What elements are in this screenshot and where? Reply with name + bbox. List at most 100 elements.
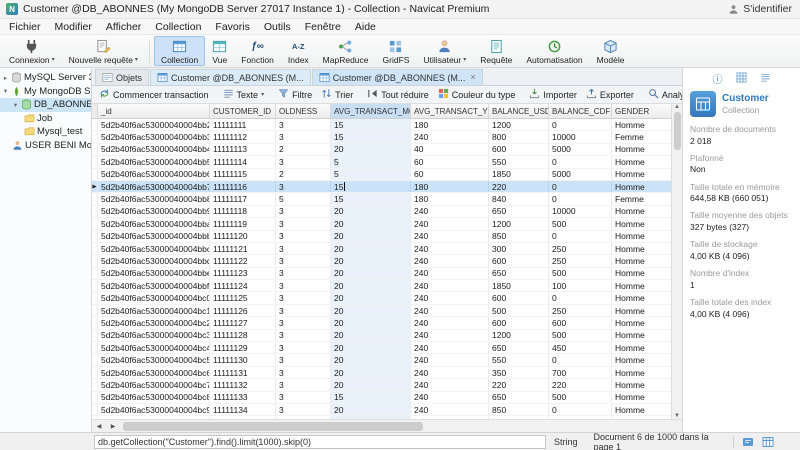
cell-balance_usd[interactable]: 840 — [489, 193, 549, 204]
tab-customer-1[interactable]: Customer @DB_ABONNES (M... — [150, 69, 311, 85]
cell-customer_id[interactable]: 11111129 — [210, 342, 276, 353]
tree-item-mysql-server[interactable]: ▸ MySQL Server 3309 — [0, 71, 91, 85]
cell-avg_transact_year[interactable]: 180 — [411, 193, 489, 204]
scroll-left-icon[interactable]: ◀ — [92, 423, 106, 430]
cell-_id[interactable]: 5d2b40f6ac53000040004bc5 — [98, 354, 210, 365]
info-icon[interactable]: ⓘ — [713, 71, 723, 86]
cell-_id[interactable]: 5d2b40f6ac53000040004bc0 — [98, 292, 210, 303]
cell-oldness[interactable]: 3 — [276, 255, 331, 266]
analyser-button[interactable]: Analyser — [644, 87, 682, 102]
cell-oldness[interactable]: 3 — [276, 354, 331, 365]
tree-item-db-abonnes[interactable]: ▾ DB_ABONNES — [0, 98, 91, 112]
gridfs-button[interactable]: GridFS — [376, 36, 417, 66]
cell-balance_usd[interactable]: 220 — [489, 379, 549, 390]
notes-panel-icon[interactable] — [742, 436, 754, 448]
cell-avg_transact_month[interactable]: 15 — [331, 131, 411, 142]
cell-_id[interactable]: 5d2b40f6ac53000040004bc9 — [98, 404, 210, 415]
cell-avg_transact_year[interactable]: 240 — [411, 404, 489, 415]
cell-_id[interactable]: 5d2b40f6ac53000040004bc3 — [98, 330, 210, 341]
table-row[interactable]: 5d2b40f6ac53000040004bc71111113232024022… — [92, 379, 671, 391]
cell-balance_cdf[interactable]: 0 — [549, 404, 612, 415]
table-row[interactable]: 5d2b40f6ac53000040004bba1111111932024012… — [92, 218, 671, 230]
cell-oldness[interactable]: 5 — [276, 193, 331, 204]
column-header-customer_id[interactable]: CUSTOMER_ID — [210, 104, 276, 118]
cell-balance_cdf[interactable]: 0 — [549, 156, 612, 167]
cell-gender[interactable]: Homme — [612, 156, 671, 167]
cell-avg_transact_year[interactable]: 240 — [411, 330, 489, 341]
cell-gender[interactable]: Homme — [612, 181, 671, 192]
expander-collapsed-icon[interactable]: ▸ — [2, 74, 9, 82]
cell-balance_cdf[interactable]: 0 — [549, 181, 612, 192]
cell-oldness[interactable]: 3 — [276, 218, 331, 229]
cell-gender[interactable]: Homme — [612, 317, 671, 328]
cell-customer_id[interactable]: 11111128 — [210, 330, 276, 341]
cell-customer_id[interactable]: 11111115 — [210, 169, 276, 180]
expander-expanded-icon[interactable]: ▾ — [2, 87, 9, 95]
cell-balance_cdf[interactable]: 10000 — [549, 131, 612, 142]
menu-outils[interactable]: Outils — [257, 19, 298, 34]
cell-balance_cdf[interactable]: 0 — [549, 119, 612, 130]
menu-favoris[interactable]: Favoris — [208, 19, 256, 34]
cell-avg_transact_month[interactable]: 20 — [331, 330, 411, 341]
scroll-up-icon[interactable]: ▲ — [674, 104, 680, 110]
cell-avg_transact_year[interactable]: 240 — [411, 218, 489, 229]
cell-balance_cdf[interactable]: 500 — [549, 330, 612, 341]
table-row[interactable]: ▶5d2b40f6ac53000040004bb7111111163151802… — [92, 181, 671, 193]
cell-gender[interactable]: Homme — [612, 354, 671, 365]
cell-gender[interactable]: Homme — [612, 243, 671, 254]
cell-oldness[interactable]: 3 — [276, 392, 331, 403]
table-row[interactable]: 5d2b40f6ac53000040004bb41111111322040600… — [92, 144, 671, 156]
table-row[interactable]: 5d2b40f6ac53000040004bc21111112732024060… — [92, 317, 671, 329]
cell-gender[interactable]: Homme — [612, 330, 671, 341]
cell-avg_transact_month[interactable]: 15 — [331, 119, 411, 130]
cell-_id[interactable]: 5d2b40f6ac53000040004bc2 — [98, 317, 210, 328]
cell-customer_id[interactable]: 11111130 — [210, 354, 276, 365]
cell-avg_transact_year[interactable]: 180 — [411, 119, 489, 130]
cell-gender[interactable]: Homme — [612, 280, 671, 291]
collapse-all-button[interactable]: Tout réduire — [363, 87, 433, 102]
column-header-oldness[interactable]: OLDNESS — [276, 104, 331, 118]
cell-customer_id[interactable]: 11111126 — [210, 305, 276, 316]
cell-balance_cdf[interactable]: 0 — [549, 292, 612, 303]
vertical-scrollbar[interactable]: ▲ ▼ — [671, 104, 682, 419]
cell-balance_usd[interactable]: 600 — [489, 144, 549, 155]
cell-customer_id[interactable]: 11111113 — [210, 144, 276, 155]
cell-avg_transact_year[interactable]: 240 — [411, 206, 489, 217]
cell-customer_id[interactable]: 11111117 — [210, 193, 276, 204]
cell-customer_id[interactable]: 11111116 — [210, 181, 276, 192]
modele-button[interactable]: Modèle — [590, 36, 632, 66]
cell-balance_cdf[interactable]: 700 — [549, 367, 612, 378]
table-row[interactable]: 5d2b40f6ac53000040004bc31111112832024012… — [92, 330, 671, 342]
cell-_id[interactable]: 5d2b40f6ac53000040004bb2 — [98, 119, 210, 130]
cell-_id[interactable]: 5d2b40f6ac53000040004bb5 — [98, 156, 210, 167]
cell-_id[interactable]: 5d2b40f6ac53000040004bc8 — [98, 392, 210, 403]
cell-avg_transact_year[interactable]: 60 — [411, 156, 489, 167]
vue-button[interactable]: Vue — [205, 36, 234, 66]
column-header-avg_transact_month[interactable]: AVG_TRANSACT_MONTH — [331, 104, 411, 118]
cell-balance_usd[interactable]: 600 — [489, 292, 549, 303]
cell-_id[interactable]: 5d2b40f6ac53000040004bbf — [98, 280, 210, 291]
cell-customer_id[interactable]: 11111120 — [210, 231, 276, 242]
cell-avg_transact_month[interactable]: 20 — [331, 292, 411, 303]
table-row[interactable]: 5d2b40f6ac53000040004bb51111111435605500… — [92, 156, 671, 168]
table-row[interactable]: 5d2b40f6ac53000040004bc61111113132024035… — [92, 367, 671, 379]
begin-transaction-button[interactable]: Commencer transaction — [95, 87, 213, 102]
cell-gender[interactable]: Femme — [612, 131, 671, 142]
cell-balance_usd[interactable]: 500 — [489, 305, 549, 316]
cell-balance_cdf[interactable]: 250 — [549, 305, 612, 316]
automatisation-button[interactable]: Automatisation — [519, 36, 589, 66]
grid-view-icon[interactable] — [736, 72, 747, 85]
cell-balance_cdf[interactable]: 0 — [549, 193, 612, 204]
fonction-button[interactable]: ƒ∞ Fonction — [234, 36, 281, 66]
cell-gender[interactable]: Homme — [612, 379, 671, 390]
menu-collection[interactable]: Collection — [148, 19, 208, 34]
new-query-button[interactable]: Nouvelle requête▾ — [62, 36, 145, 66]
cell-avg_transact_month[interactable]: 20 — [331, 231, 411, 242]
cell-oldness[interactable]: 2 — [276, 144, 331, 155]
connexion-button[interactable]: Connexion▾ — [2, 36, 62, 66]
cell-customer_id[interactable]: 11111119 — [210, 218, 276, 229]
cell-balance_cdf[interactable]: 500 — [549, 268, 612, 279]
table-row[interactable]: 5d2b40f6ac53000040004bb31111111231524080… — [92, 131, 671, 143]
cell-oldness[interactable]: 3 — [276, 119, 331, 130]
cell-avg_transact_month[interactable]: 5 — [331, 156, 411, 167]
